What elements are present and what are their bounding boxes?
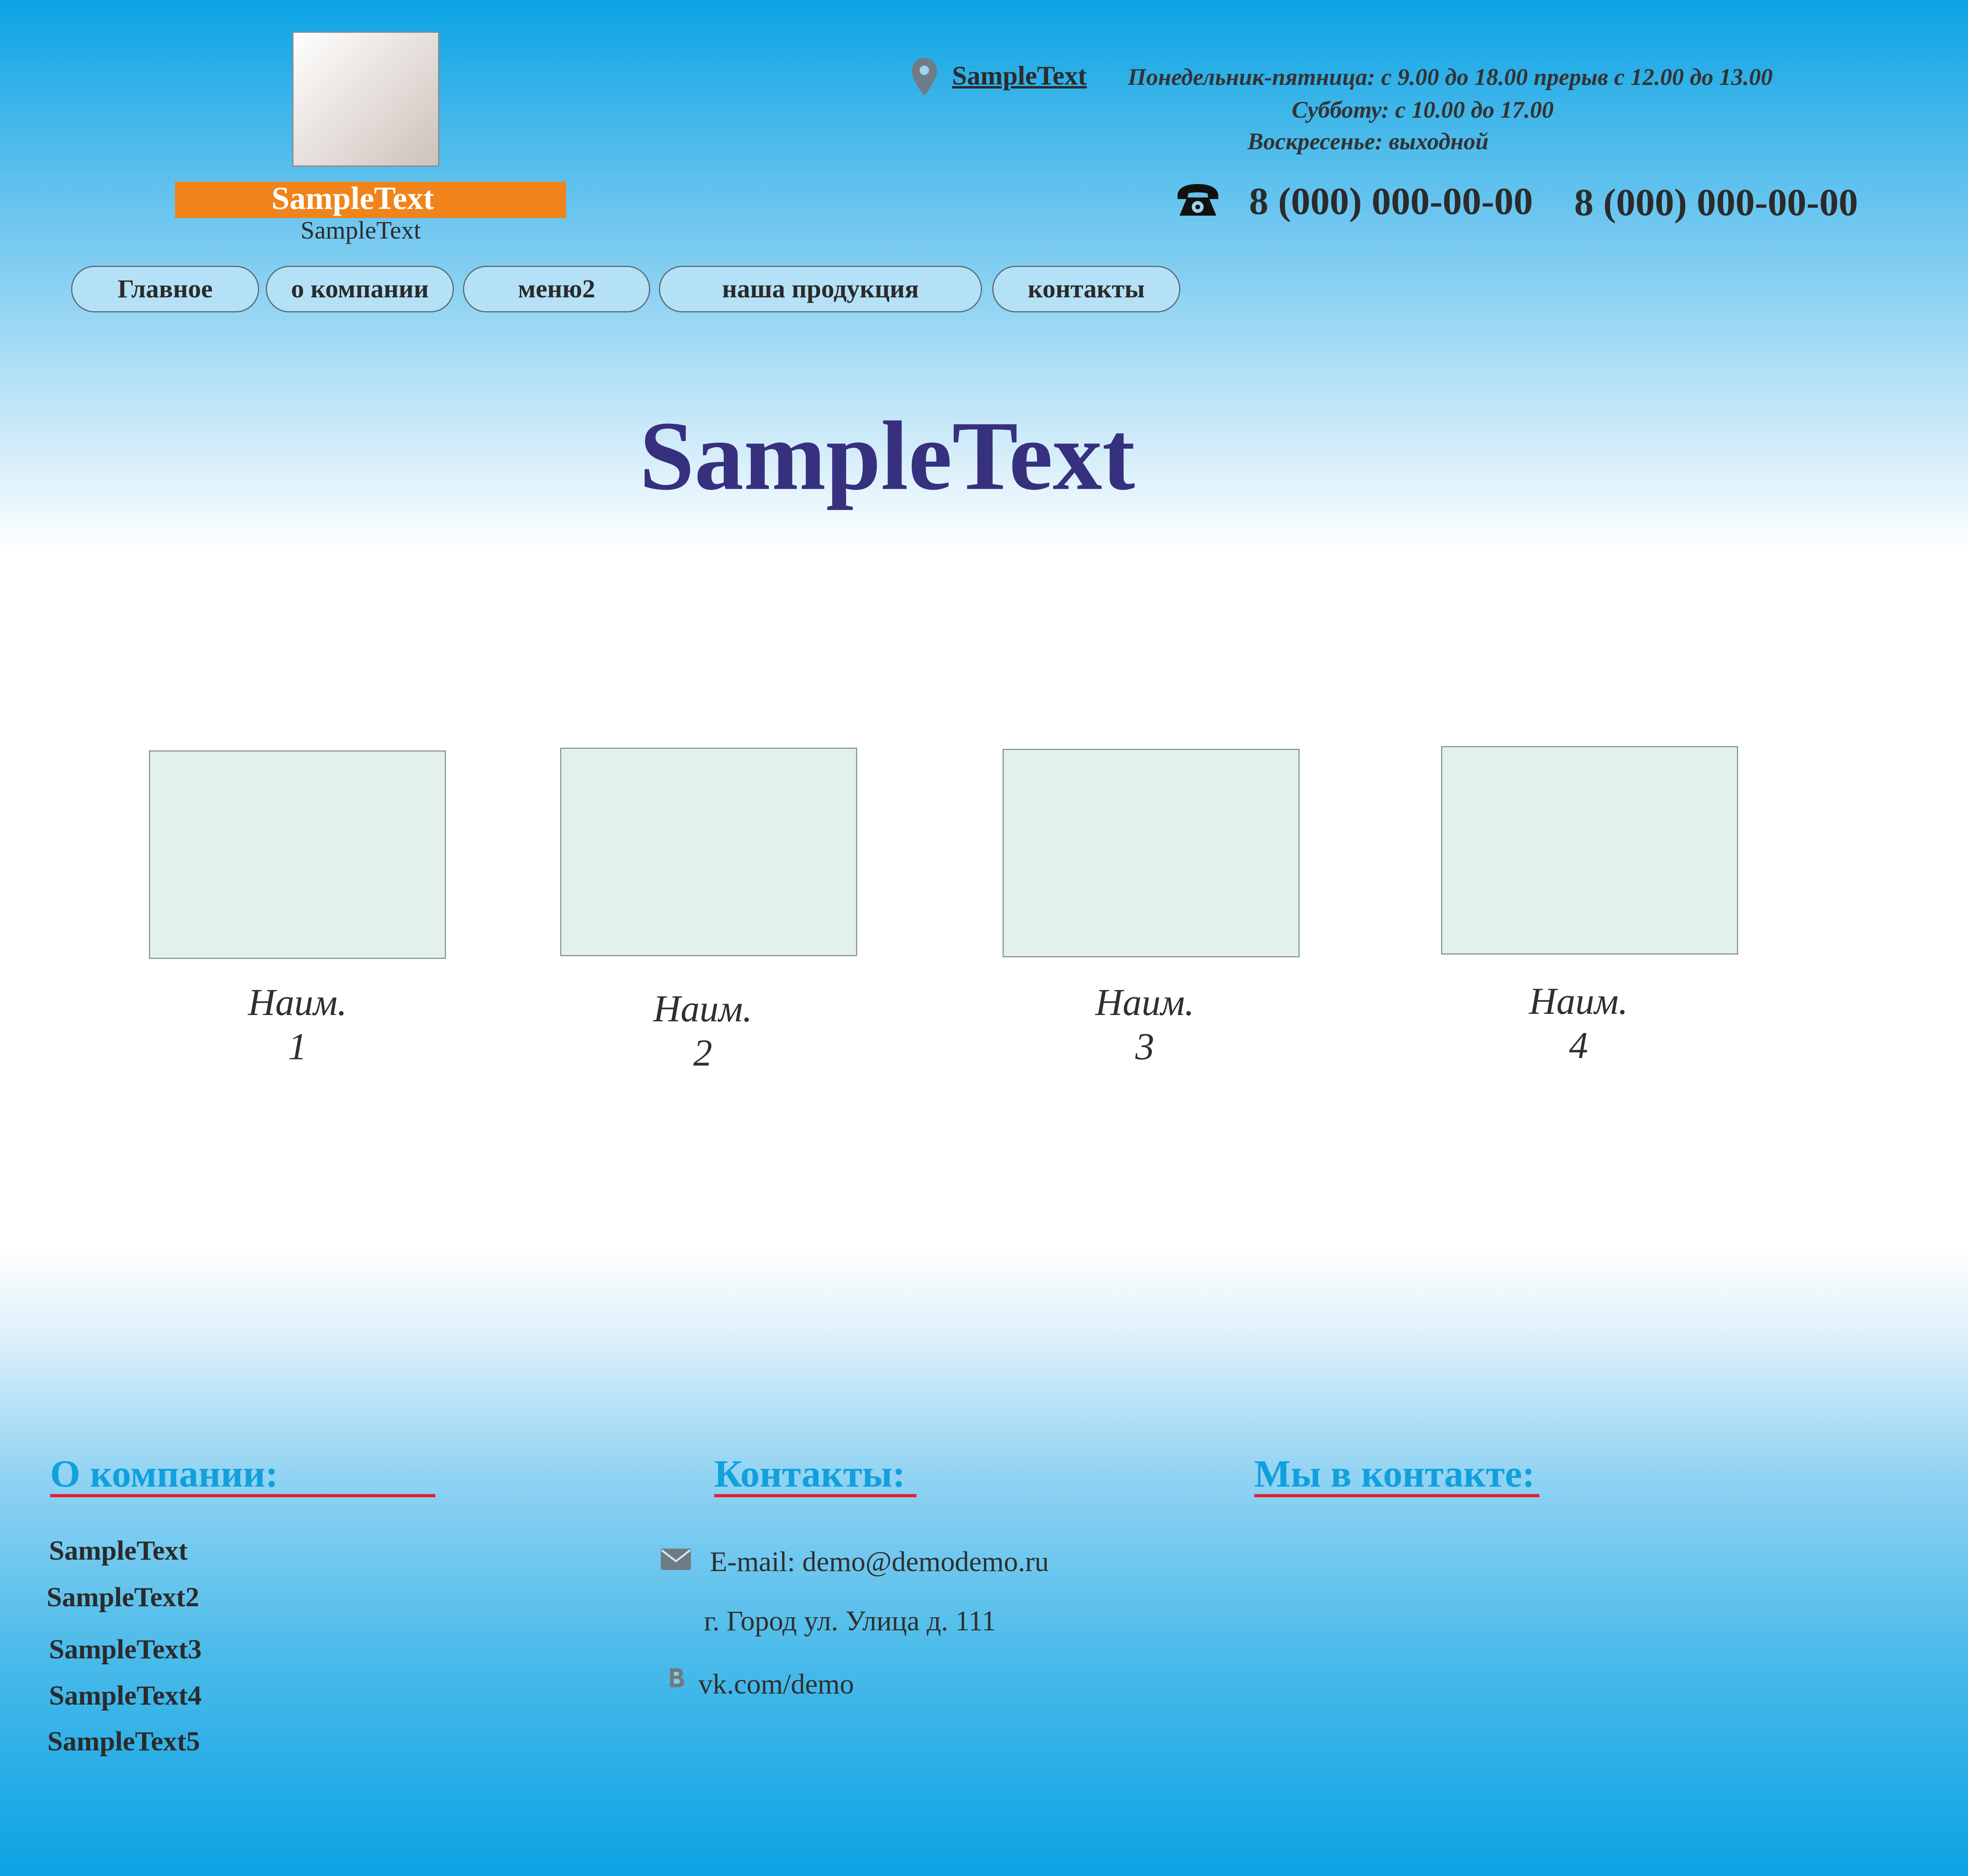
phone-number-1[interactable]: 8 (000) 000-00-00 — [1249, 179, 1533, 224]
phone-number-2[interactable]: 8 (000) 000-00-00 — [1574, 180, 1858, 226]
hours-weekdays: Понедельник-пятница: с 9.00 до 18.00 пре… — [1128, 64, 1773, 90]
nav-item-contacts[interactable]: контакты — [992, 266, 1180, 312]
product-image-2[interactable] — [560, 748, 857, 956]
contact-address: г. Город ул. Улица д. 111 — [704, 1605, 996, 1637]
product-image-4[interactable] — [1441, 746, 1738, 955]
product-label-3[interactable]: Наим. 3 — [996, 980, 1293, 1069]
footer-about-link[interactable]: SampleText2 — [47, 1581, 199, 1614]
contact-email[interactable]: E-mail: demo@demodemo.ru — [710, 1544, 1049, 1579]
product-number: 1 — [288, 1025, 307, 1068]
footer-contacts-underline — [714, 1494, 916, 1497]
logo-subtitle: SampleText — [300, 216, 421, 244]
page-title: SampleText — [639, 401, 1135, 511]
product-label-1[interactable]: Наим. 1 — [149, 980, 446, 1069]
hours-saturday: Субботу: с 10.00 до 17.00 — [1292, 97, 1554, 123]
product-number: 3 — [1135, 1025, 1154, 1068]
hours-sunday: Воскресенье: выходной — [1247, 128, 1489, 154]
nav-item-about[interactable]: о компании — [266, 266, 454, 312]
mail-icon — [661, 1549, 691, 1570]
footer-about-link[interactable]: SampleText4 — [49, 1679, 201, 1712]
location-pin-icon — [912, 58, 937, 96]
footer-about-link[interactable]: SampleText — [49, 1534, 188, 1568]
footer-vk-heading: Мы в контакте: — [1254, 1453, 1535, 1495]
nav-item-products[interactable]: наша продукция — [659, 266, 982, 312]
product-name: Наим. — [1529, 980, 1628, 1022]
product-name: Наим. — [248, 981, 347, 1023]
address-link[interactable]: SampleText — [952, 59, 1087, 92]
footer-about-link[interactable]: SampleText5 — [47, 1725, 200, 1758]
vk-icon — [670, 1668, 684, 1687]
logo-image — [292, 32, 439, 167]
product-name: Наим. — [1095, 981, 1195, 1023]
footer-about-link[interactable]: SampleText3 — [49, 1633, 201, 1666]
product-label-4[interactable]: Наим. 4 — [1430, 979, 1727, 1068]
product-label-2[interactable]: Наим. 2 — [554, 987, 851, 1075]
product-number: 2 — [693, 1032, 712, 1074]
product-name: Наим. — [653, 987, 753, 1030]
product-image-3[interactable] — [1003, 749, 1300, 957]
footer-about-underline — [50, 1494, 435, 1497]
product-image-1[interactable] — [149, 750, 446, 959]
logo-title: SampleText — [271, 180, 434, 216]
footer-contacts-heading: Контакты: — [714, 1453, 905, 1495]
footer-about-heading: О компании: — [50, 1453, 278, 1495]
contact-vk-link[interactable]: vk.com/demo — [698, 1667, 854, 1701]
footer-vk-underline — [1254, 1494, 1539, 1497]
page: { "header": { "logo_title": "SampleText"… — [0, 0, 1968, 1876]
product-number: 4 — [1569, 1024, 1588, 1066]
telephone-icon — [1178, 184, 1218, 216]
nav-item-main[interactable]: Главное — [71, 266, 259, 312]
nav-item-menu2[interactable]: меню2 — [463, 266, 650, 312]
